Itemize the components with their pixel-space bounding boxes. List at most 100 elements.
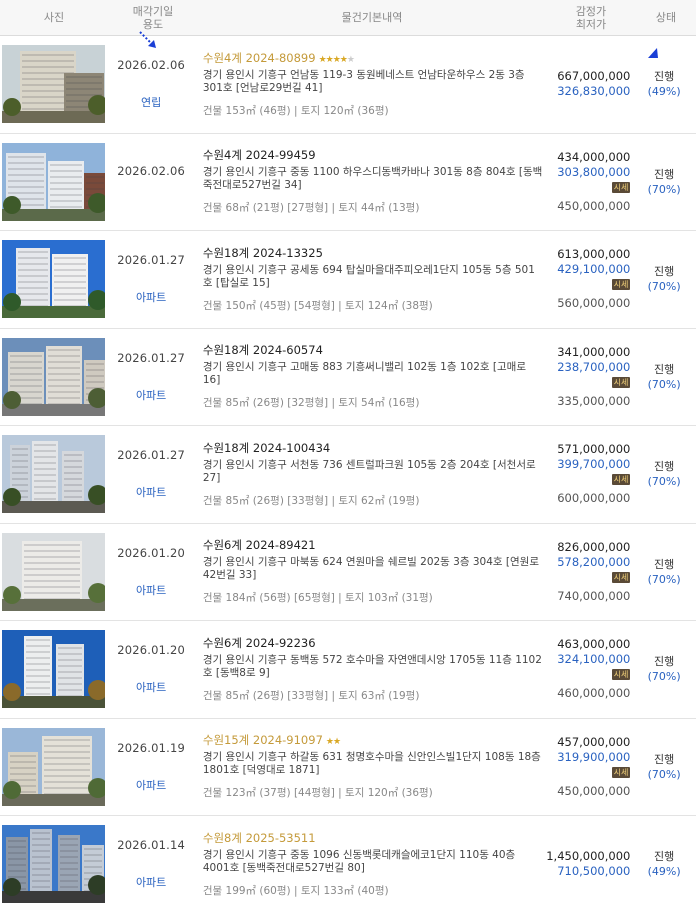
case-number[interactable]: 수원6계 2024-92236 [203, 636, 316, 650]
case-number-line[interactable]: 수원8계 2025-53511 [203, 831, 543, 848]
header-date-label[interactable]: 매각기일 [108, 5, 198, 18]
header-price[interactable]: 감정가 최저가 [546, 5, 636, 31]
case-number-line[interactable]: 수원18계 2024-100434 [203, 441, 543, 458]
case-number[interactable]: 수원8계 2025-53511 [203, 831, 316, 845]
minimum-price: 578,200,000 [557, 554, 631, 569]
property-info-cell[interactable]: 수원8계 2025-53511 경기 용인시 기흥구 중동 1096 신동백롯데… [197, 816, 543, 909]
case-number[interactable]: 수원18계 2024-13325 [203, 246, 323, 260]
property-info-cell[interactable]: 수원18계 2024-13325 경기 용인시 기흥구 공세동 694 탑실마을… [197, 231, 543, 328]
date-usage-cell: 2026.01.27 아파트 [105, 329, 196, 426]
property-photo[interactable] [2, 825, 106, 904]
property-info-cell[interactable]: 수원6계 2024-89421 경기 용인시 기흥구 마북동 624 연원마을 … [197, 524, 543, 621]
table-row[interactable]: 2026.01.19 아파트 수원15계 2024-91097 ★★ 경기 용인시… [0, 719, 696, 816]
appraisal-price: 1,450,000,000 [546, 849, 631, 864]
property-photo-image [2, 532, 106, 611]
property-info-cell[interactable]: 수원18계 2024-100434 경기 용인시 기흥구 서천동 736 센트럴… [197, 426, 543, 523]
property-photo[interactable] [2, 532, 106, 611]
status-cell: 진행 (70%) [632, 231, 696, 328]
header-date-usage[interactable]: 매각기일 용도 [108, 5, 198, 31]
market-price-badge: 시세 [611, 571, 631, 583]
property-photo[interactable] [2, 435, 106, 514]
case-number-line[interactable]: 수원4계 2024-80899 ★★★★★ [203, 51, 543, 68]
property-photo-image [2, 142, 106, 221]
property-photo[interactable] [2, 142, 106, 221]
case-number[interactable]: 수원4계 2024-80899 [203, 51, 316, 65]
case-number[interactable]: 수원15계 2024-91097 [203, 733, 323, 747]
status-percent: (70%) [647, 280, 681, 294]
property-photo[interactable] [2, 337, 106, 416]
table-row[interactable]: 2026.01.20 아파트 수원6계 2024-92236 경기 용인시 기흥… [0, 621, 696, 719]
status-cell: 진행 (70%) [632, 621, 696, 718]
appraisal-price: 826,000,000 [557, 539, 631, 554]
date-usage-cell: 2026.01.20 아파트 [105, 621, 196, 718]
case-number-line[interactable]: 수원6계 2024-89421 [203, 538, 543, 555]
usage-type: 아파트 [135, 583, 167, 597]
status-percent: (70%) [647, 670, 681, 684]
property-photo[interactable] [2, 240, 106, 319]
property-info-cell[interactable]: 수원18계 2024-60574 경기 용인시 기흥구 고매동 883 기흥써니… [197, 329, 543, 426]
table-row[interactable]: 2026.02.06 수원4계 2024-99459 경기 용인시 기흥구 중동… [0, 134, 696, 231]
status-cell: 진행 (49%) [632, 816, 696, 909]
usage-type: 아파트 [135, 876, 167, 890]
property-info-cell[interactable]: 수원4계 2024-99459 경기 용인시 기흥구 중동 1100 하우스디동… [197, 134, 543, 231]
property-address: 경기 용인시 기흥구 마북동 624 연원마을 쉐르빌 202동 3층 304호… [202, 556, 539, 582]
appraisal-price: 341,000,000 [557, 344, 631, 359]
property-photo[interactable] [2, 727, 106, 806]
header-appraisal-label[interactable]: 감정가 [546, 5, 636, 18]
property-info-cell[interactable]: 수원4계 2024-80899 ★★★★★ 경기 용인시 기흥구 언남동 119-… [197, 36, 543, 133]
property-photo-image [2, 825, 106, 904]
case-number-line[interactable]: 수원18계 2024-13325 [203, 246, 543, 263]
table-row[interactable]: 2026.02.06 연립 수원4계 2024-80899 ★★★★★ 경기 용인… [0, 36, 696, 134]
price-cell: 667,000,000 326,830,000 [543, 36, 632, 133]
property-area: 건물 85㎡ (26평) [33평형] | 토지 62㎡ (19평) [202, 494, 420, 507]
property-info-cell[interactable]: 수원6계 2024-92236 경기 용인시 기흥구 동백동 572 호수마을 … [197, 621, 543, 718]
case-number-line[interactable]: 수원15계 2024-91097 ★★ [203, 733, 543, 750]
minimum-price: 710,500,000 [557, 864, 631, 879]
market-price-badge: 시세 [611, 766, 631, 778]
case-number-line[interactable]: 수원4계 2024-99459 [203, 148, 543, 165]
auction-date: 2026.02.06 [117, 58, 186, 73]
market-price: 450,000,000 [557, 198, 631, 213]
case-number[interactable]: 수원4계 2024-99459 [203, 148, 316, 162]
date-usage-cell: 2026.01.27 아파트 [105, 426, 196, 523]
property-area: 건물 199㎡ (60평) | 토지 133㎡ (40평) [202, 884, 389, 897]
minimum-price: 429,100,000 [557, 262, 631, 277]
property-area: 건물 123㎡ (37평) [44평형] | 토지 120㎡ (36평) [202, 787, 433, 800]
market-price: 600,000,000 [557, 491, 631, 506]
property-photo[interactable] [2, 630, 106, 709]
case-number-line[interactable]: 수원18계 2024-60574 [203, 343, 543, 360]
usage-type: 아파트 [135, 778, 167, 792]
case-number-line[interactable]: 수원6계 2024-92236 [203, 636, 543, 653]
property-area: 건물 150㎡ (45평) [54평형] | 토지 124㎡ (38평) [202, 299, 433, 312]
rating-stars: ★★ [326, 737, 341, 747]
status-percent: (70%) [647, 475, 681, 489]
auction-date: 2026.02.06 [117, 163, 186, 178]
header-photo: 사진 [43, 11, 65, 24]
property-address: 경기 용인시 기흥구 중동 1096 신동백롯데캐슬에코1단지 110동 40층… [202, 848, 516, 874]
market-price-badge: 시세 [611, 474, 631, 486]
case-number[interactable]: 수원18계 2024-60574 [203, 343, 323, 357]
table-row[interactable]: 2026.01.14 아파트 수원8계 2025-53511 경기 용인시 기흥… [0, 816, 696, 909]
date-usage-cell: 2026.02.06 [105, 134, 196, 231]
usage-type: 아파트 [135, 681, 167, 695]
status-label: 진행 [654, 362, 675, 376]
property-photo[interactable] [2, 45, 106, 124]
table-row[interactable]: 2026.01.27 아파트 수원18계 2024-100434 경기 용인시 … [0, 426, 696, 524]
table-row[interactable]: 2026.01.20 아파트 수원6계 2024-89421 경기 용인시 기흥… [0, 524, 696, 621]
header-minimum-label[interactable]: 최저가 [546, 18, 636, 31]
usage-type: 아파트 [135, 291, 167, 305]
market-price-badge: 시세 [611, 376, 631, 388]
case-number[interactable]: 수원18계 2024-100434 [203, 441, 330, 455]
table-row[interactable]: 2026.01.27 아파트 수원18계 2024-60574 경기 용인시 기… [0, 329, 696, 426]
property-photo-image [2, 240, 106, 319]
property-address: 경기 용인시 기흥구 고매동 883 기흥써니밸리 102동 1층 102호 [… [202, 361, 526, 387]
property-info-cell[interactable]: 수원15계 2024-91097 ★★ 경기 용인시 기흥구 하갈동 631 청명… [197, 719, 543, 816]
auction-date: 2026.01.19 [117, 740, 186, 755]
price-cell: 571,000,000 399,700,000 시세 600,000,000 [543, 426, 632, 523]
market-price-badge: 시세 [611, 181, 631, 193]
status-percent: (70%) [647, 182, 681, 196]
case-number[interactable]: 수원6계 2024-89421 [203, 538, 316, 552]
property-address: 경기 용인시 기흥구 동백동 572 호수마을 자연앤데시앙 1705동 11층… [202, 653, 542, 679]
table-row[interactable]: 2026.01.27 아파트 수원18계 2024-13325 경기 용인시 기… [0, 231, 696, 329]
status-label: 진행 [654, 265, 675, 279]
